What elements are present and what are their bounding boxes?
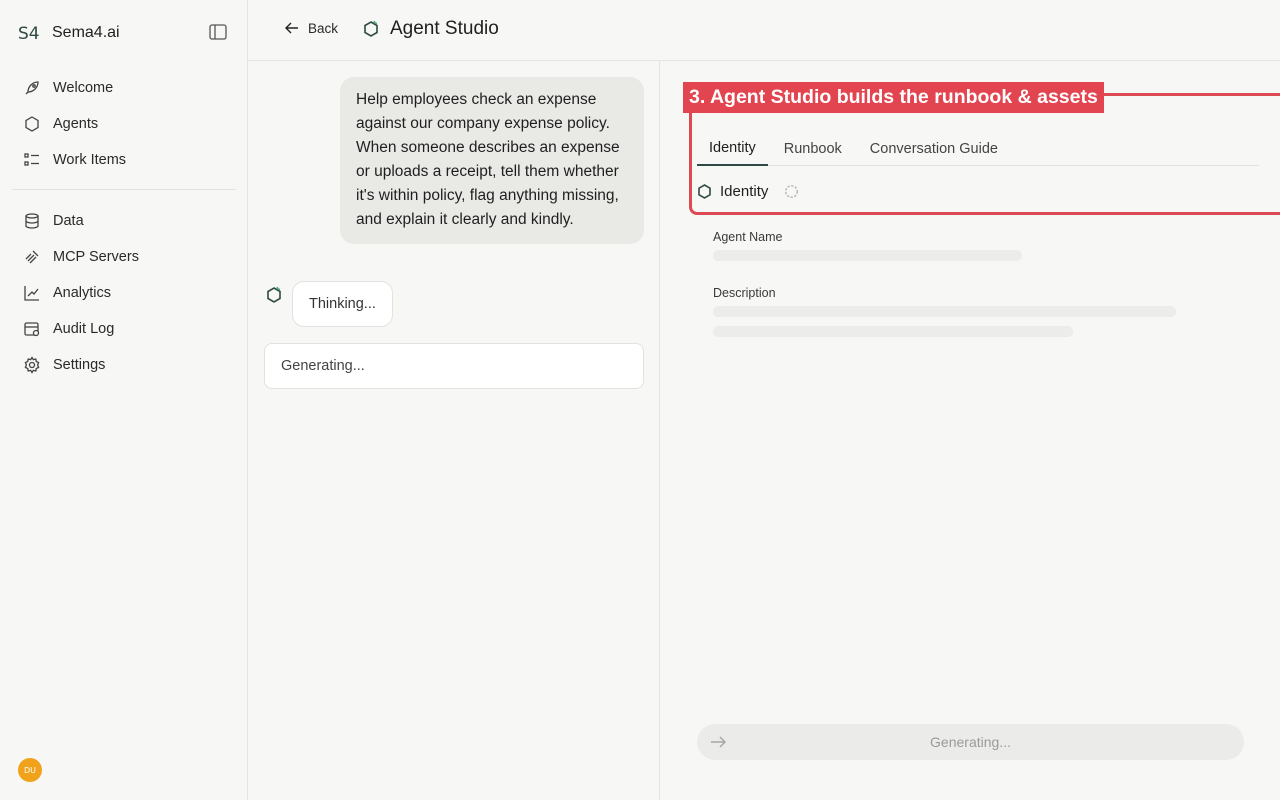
- hexagon-icon: [25, 116, 39, 132]
- plug-icon: [25, 250, 39, 264]
- sidebar-item-label: Settings: [53, 357, 106, 373]
- tab-runbook[interactable]: Runbook: [772, 131, 854, 166]
- sidebar-item-label: MCP Servers: [53, 249, 139, 265]
- user-message: Help employees check an expense against …: [340, 77, 644, 244]
- thinking-indicator: Thinking...: [292, 281, 393, 327]
- back-button[interactable]: Back: [284, 20, 338, 36]
- arrow-right-icon: [711, 736, 727, 748]
- sidebar-item-audit-log[interactable]: Audit Log: [12, 311, 236, 347]
- svg-text:S4: S4: [18, 24, 40, 44]
- hexagon-icon: [698, 184, 711, 199]
- chart-icon: [24, 286, 39, 301]
- nav-secondary: Data MCP Servers Analytics Audit Log Set…: [12, 203, 236, 383]
- nav-divider: [12, 189, 236, 190]
- tab-conversation-guide[interactable]: Conversation Guide: [858, 131, 1010, 166]
- agent-config-pane: Identity Runbook Conversation Guide Iden…: [661, 61, 1280, 800]
- config-tabs: Identity Runbook Conversation Guide: [697, 131, 1259, 166]
- sidebar-item-analytics[interactable]: Analytics: [12, 275, 236, 311]
- database-icon: [25, 213, 39, 229]
- section-title: Identity: [720, 183, 769, 200]
- generate-button[interactable]: Generating...: [697, 724, 1244, 760]
- nav-primary: Welcome Agents Work Items: [12, 70, 236, 178]
- sidebar-item-label: Audit Log: [53, 321, 115, 337]
- page-title: Agent Studio: [362, 18, 499, 40]
- back-label: Back: [308, 20, 339, 36]
- arrow-left-icon: [285, 22, 298, 34]
- annotation-label: 3. Agent Studio builds the runbook & ass…: [683, 82, 1104, 113]
- list-icon: [24, 153, 39, 166]
- gear-icon: [24, 356, 40, 374]
- sidebar-item-label: Work Items: [53, 152, 127, 168]
- description-skeleton-line: [713, 326, 1073, 337]
- agent-name-skeleton: [713, 250, 1022, 261]
- loading-spinner-icon: [785, 184, 799, 199]
- brand-name: Sema4.ai: [52, 24, 120, 41]
- rocket-icon: [25, 81, 39, 95]
- sidebar-collapse-icon[interactable]: [209, 24, 227, 40]
- sidebar-item-label: Data: [53, 213, 84, 229]
- agent-studio-icon: [364, 20, 378, 37]
- agent-avatar-icon: [267, 286, 281, 303]
- sidebar-item-mcp-servers[interactable]: MCP Servers: [12, 239, 236, 275]
- audit-icon: [24, 322, 40, 337]
- identity-section-header: Identity: [697, 183, 799, 200]
- sidebar-item-data[interactable]: Data: [12, 203, 236, 239]
- sidebar-item-settings[interactable]: Settings: [12, 347, 236, 383]
- page-title-text: Agent Studio: [390, 18, 499, 39]
- sidebar-item-welcome[interactable]: Welcome: [12, 70, 236, 106]
- chat-pane: Help employees check an expense against …: [248, 61, 660, 800]
- brand[interactable]: S4 Sema4.ai: [18, 22, 120, 44]
- avatar[interactable]: DU: [18, 758, 42, 782]
- page-header: Back Agent Studio: [248, 0, 1280, 61]
- sidebar-item-agents[interactable]: Agents: [12, 106, 236, 142]
- sidebar-item-work-items[interactable]: Work Items: [12, 142, 236, 178]
- sema4-logo-icon: S4: [18, 24, 40, 44]
- chat-input[interactable]: Generating...: [264, 343, 644, 389]
- sidebar-item-label: Agents: [53, 116, 99, 132]
- sidebar-item-label: Analytics: [53, 285, 112, 301]
- generate-label: Generating...: [930, 734, 1011, 750]
- sidebar: S4 Sema4.ai Welcome Agents Work Items Da…: [0, 0, 248, 800]
- sidebar-item-label: Welcome: [53, 80, 114, 96]
- description-label: Description: [713, 286, 776, 300]
- description-skeleton-line: [713, 306, 1176, 317]
- agent-name-label: Agent Name: [713, 230, 783, 244]
- tab-identity[interactable]: Identity: [697, 131, 768, 166]
